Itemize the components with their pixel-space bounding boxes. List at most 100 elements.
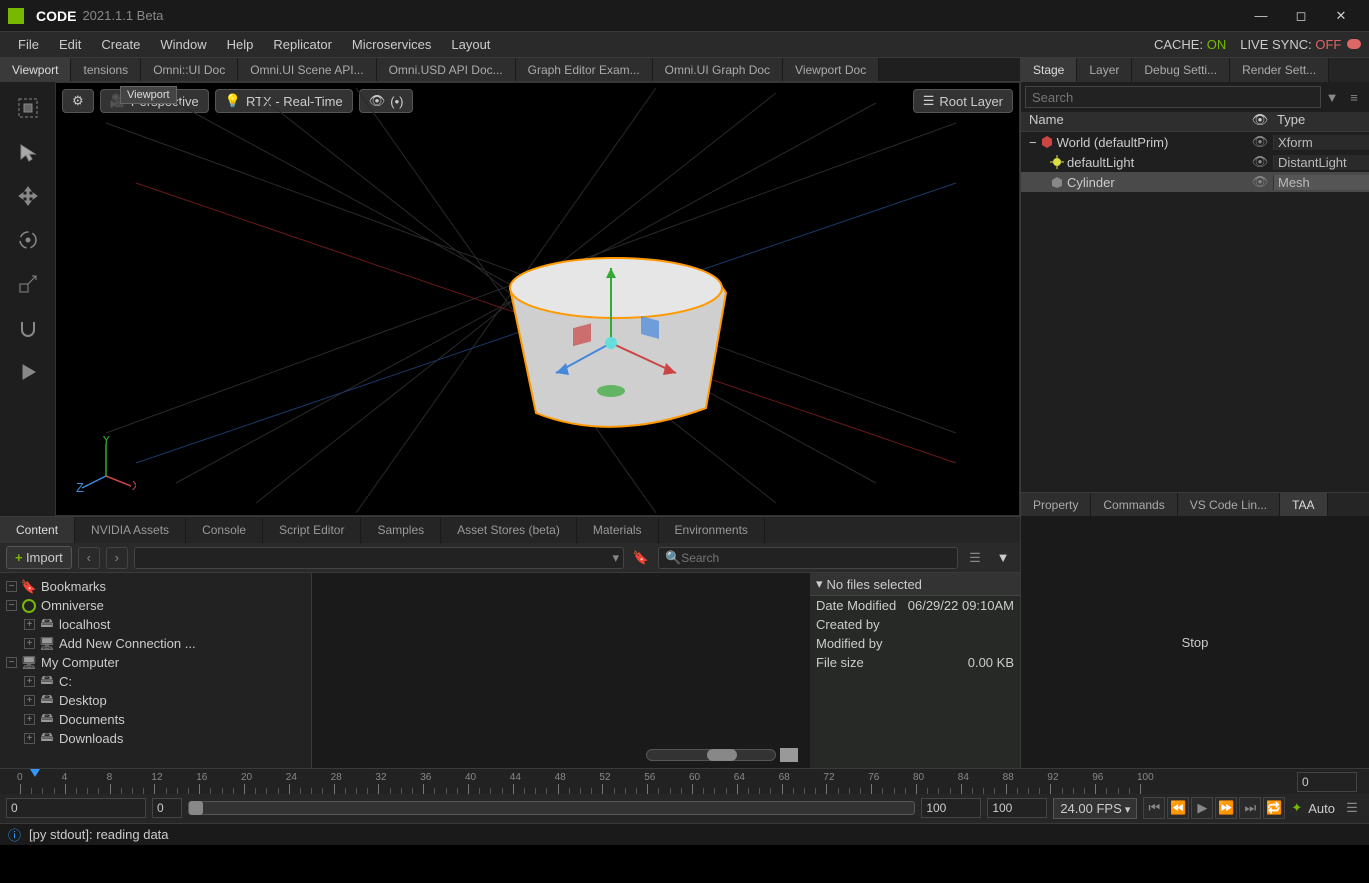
tree-item[interactable]: +🖥Add New Connection ...: [4, 634, 307, 653]
tab-nvidia-assets[interactable]: NVIDIA Assets: [75, 517, 186, 543]
menu-microservices[interactable]: Microservices: [342, 34, 441, 55]
expand-icon[interactable]: +: [24, 733, 35, 744]
path-input[interactable]: ▾: [134, 547, 624, 569]
filter-button[interactable]: ▼: [992, 547, 1014, 569]
stage-row[interactable]: −World (defaultPrim)👁Xform: [1021, 132, 1369, 152]
playhead-icon[interactable]: [30, 769, 40, 777]
current-frame-input[interactable]: [1297, 772, 1357, 792]
timeline-options-button[interactable]: ☰: [1341, 797, 1363, 819]
menu-edit[interactable]: Edit: [49, 34, 91, 55]
tool-scale-button[interactable]: [8, 266, 48, 302]
tab-stage[interactable]: Stage: [1021, 58, 1077, 82]
expand-icon[interactable]: −: [6, 657, 17, 668]
loop-button[interactable]: 🔁: [1263, 797, 1285, 819]
stage-col-name[interactable]: Name: [1021, 112, 1247, 131]
tab-content[interactable]: Content: [0, 517, 75, 543]
bookmark-button[interactable]: 🔖: [630, 547, 652, 569]
timeline-ruler[interactable]: 0481216202428323640444852566064687276808…: [0, 769, 1369, 794]
tree-item[interactable]: −Omniverse: [4, 596, 307, 615]
expand-icon[interactable]: +: [24, 619, 35, 630]
menu-file[interactable]: File: [8, 34, 49, 55]
expand-icon[interactable]: +: [24, 714, 35, 725]
timeline-end-input[interactable]: [987, 798, 1047, 818]
tree-item[interactable]: +🖴Desktop: [4, 691, 307, 710]
stage-col-type[interactable]: Type: [1273, 112, 1369, 131]
expand-icon[interactable]: −: [6, 581, 17, 592]
goto-start-button[interactable]: ⏮: [1143, 797, 1165, 819]
tab-omni-ui-doc[interactable]: Omni::UI Doc: [141, 58, 238, 81]
visibility-toggle[interactable]: 👁: [1247, 154, 1273, 170]
tool-snap-button[interactable]: [8, 310, 48, 346]
expand-icon[interactable]: +: [24, 676, 35, 687]
nav-forward-button[interactable]: ›: [106, 547, 128, 569]
window-maximize-button[interactable]: ◻: [1281, 0, 1321, 32]
content-search-box[interactable]: 🔍: [658, 547, 958, 569]
tab-samples[interactable]: Samples: [361, 517, 441, 543]
auto-key-button[interactable]: Auto: [1308, 801, 1335, 816]
tab-vscode-link[interactable]: VS Code Lin...: [1178, 493, 1280, 516]
visibility-toggle[interactable]: 👁: [1247, 174, 1273, 190]
play-button[interactable]: ▶: [1191, 797, 1213, 819]
tab-property[interactable]: Property: [1021, 493, 1091, 516]
goto-end-button[interactable]: ⏭: [1239, 797, 1261, 819]
expand-icon[interactable]: −: [1029, 135, 1037, 150]
tab-layer[interactable]: Layer: [1077, 58, 1132, 82]
step-back-button[interactable]: ⏪: [1167, 797, 1189, 819]
fps-display[interactable]: 24.00 FPS ▾: [1053, 798, 1137, 819]
axis-gizmo[interactable]: X Y Z: [76, 436, 136, 499]
thumbnail-zoom-slider[interactable]: [646, 748, 798, 762]
view-options-button[interactable]: ☰: [964, 547, 986, 569]
window-minimize-button[interactable]: —: [1241, 0, 1281, 32]
tree-item[interactable]: −🖥My Computer: [4, 653, 307, 672]
menu-window[interactable]: Window: [150, 34, 216, 55]
import-button[interactable]: + Import: [6, 546, 72, 569]
timeline-in-input[interactable]: [152, 798, 182, 818]
stage-row[interactable]: defaultLight👁DistantLight: [1021, 152, 1369, 172]
menu-replicator[interactable]: Replicator: [263, 34, 342, 55]
viewport-3d[interactable]: Viewport ⚙ 🎥Perspective 💡RTX - Real-Time…: [55, 82, 1020, 516]
step-forward-button[interactable]: ⏩: [1215, 797, 1237, 819]
window-close-button[interactable]: ✕: [1321, 0, 1361, 32]
timeline-out-input[interactable]: [921, 798, 981, 818]
tab-viewport[interactable]: Viewport: [0, 58, 71, 81]
chevron-down-icon[interactable]: ▾: [816, 576, 823, 592]
keyframe-icon[interactable]: ✦: [1291, 800, 1302, 816]
tool-select-button[interactable]: [8, 134, 48, 170]
grid-view-icon[interactable]: [780, 748, 798, 762]
expand-icon[interactable]: +: [24, 638, 35, 649]
tab-extensions[interactable]: tensions: [71, 58, 141, 81]
tab-omni-usd-api[interactable]: Omni.USD API Doc...: [377, 58, 516, 81]
tab-taa[interactable]: TAA: [1280, 493, 1327, 516]
tab-omni-ui-graph[interactable]: Omni.UI Graph Doc: [653, 58, 783, 81]
stop-button[interactable]: Stop: [1182, 635, 1209, 650]
tab-debug-settings[interactable]: Debug Setti...: [1132, 58, 1230, 82]
content-search-input[interactable]: [681, 551, 951, 565]
stage-options-button[interactable]: ≡: [1343, 86, 1365, 108]
tool-rotate-button[interactable]: [8, 222, 48, 258]
expand-icon[interactable]: −: [6, 600, 17, 611]
visibility-toggle[interactable]: 👁: [1247, 134, 1273, 150]
stage-filter-button[interactable]: ▼: [1321, 86, 1343, 108]
tab-render-settings[interactable]: Render Sett...: [1230, 58, 1329, 82]
tab-omni-ui-scene[interactable]: Omni.UI Scene API...: [238, 58, 376, 81]
tab-viewport-doc[interactable]: Viewport Doc: [783, 58, 879, 81]
tree-item[interactable]: +🖴C:: [4, 672, 307, 691]
tab-console[interactable]: Console: [186, 517, 263, 543]
tab-materials[interactable]: Materials: [577, 517, 659, 543]
menu-help[interactable]: Help: [217, 34, 264, 55]
tree-item[interactable]: +🖴localhost: [4, 615, 307, 634]
expand-icon[interactable]: +: [24, 695, 35, 706]
menu-layout[interactable]: Layout: [441, 34, 500, 55]
tab-script-editor[interactable]: Script Editor: [263, 517, 361, 543]
tab-graph-editor[interactable]: Graph Editor Exam...: [516, 58, 653, 81]
stage-row[interactable]: Cylinder👁Mesh: [1021, 172, 1369, 192]
stage-search-input[interactable]: [1025, 86, 1321, 108]
tool-frame-button[interactable]: [8, 90, 48, 126]
tab-asset-stores[interactable]: Asset Stores (beta): [441, 517, 577, 543]
tab-environments[interactable]: Environments: [659, 517, 765, 543]
timeline-start-input[interactable]: [6, 798, 146, 818]
tool-move-button[interactable]: [8, 178, 48, 214]
timeline-slider[interactable]: [188, 801, 915, 815]
tree-item[interactable]: +🖴Downloads: [4, 729, 307, 748]
tree-item[interactable]: +🖴Documents: [4, 710, 307, 729]
